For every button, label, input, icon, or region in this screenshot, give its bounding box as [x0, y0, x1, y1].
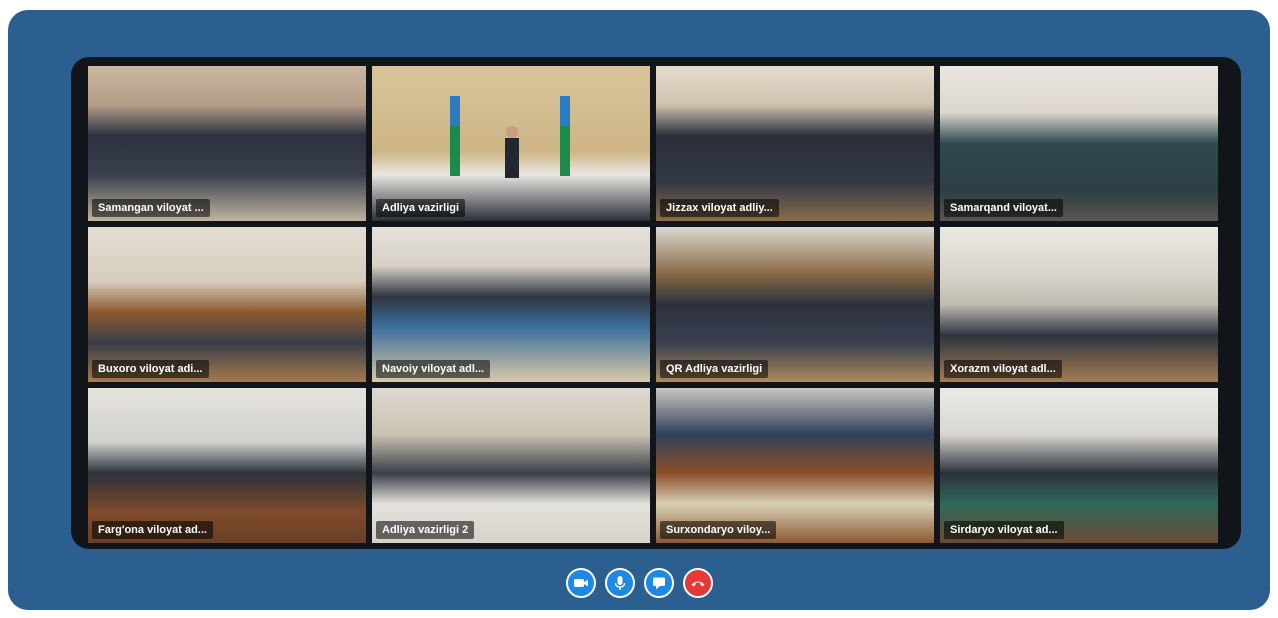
video-feed	[88, 227, 366, 382]
participant-label: Adliya vazirligi	[376, 199, 466, 217]
video-feed	[656, 66, 934, 221]
video-feed	[940, 66, 1218, 221]
participant-label: Navoiy viloyat adl...	[376, 360, 491, 378]
video-tile-samarqand[interactable]: Samarqand viloyat...	[940, 66, 1218, 221]
microphone-button[interactable]	[604, 568, 635, 598]
video-tile-fargona[interactable]: Farg'ona viloyat ad...	[88, 388, 366, 543]
video-grid: Samangan viloyat ... Adliya vazirligi Ji…	[88, 66, 1218, 543]
call-controls	[8, 568, 1270, 598]
video-tile-surxondaryo[interactable]: Surxondaryo viloy...	[656, 388, 934, 543]
participant-label: Buxoro viloyat adi...	[92, 360, 209, 378]
participant-label: Jizzax viloyat adliy...	[660, 199, 779, 217]
participant-label: Xorazm viloyat adl...	[944, 360, 1062, 378]
video-feed	[372, 227, 650, 382]
video-feed	[88, 388, 366, 543]
participant-label: Samarqand viloyat...	[944, 199, 1063, 217]
participant-label: Sirdaryo viloyat ad...	[944, 521, 1064, 539]
participant-label: Samangan viloyat ...	[92, 199, 210, 217]
video-camera-icon	[573, 579, 588, 587]
participant-label: Farg'ona viloyat ad...	[92, 521, 213, 539]
participant-label: QR Adliya vazirligi	[660, 360, 769, 378]
video-tile-qr-adliya[interactable]: QR Adliya vazirligi	[656, 227, 934, 382]
camera-button[interactable]	[565, 568, 596, 598]
participant-label: Surxondaryo viloy...	[660, 521, 777, 539]
video-feed	[940, 227, 1218, 382]
video-feed	[656, 227, 934, 382]
video-tile-navoiy[interactable]: Navoiy viloyat adl...	[372, 227, 650, 382]
microphone-icon	[614, 576, 625, 590]
video-feed	[656, 388, 934, 543]
end-call-button[interactable]	[682, 568, 713, 598]
video-tile-adliya-vazirligi[interactable]: Adliya vazirligi	[372, 66, 650, 221]
video-tile-jizzax[interactable]: Jizzax viloyat adliy...	[656, 66, 934, 221]
video-feed	[940, 388, 1218, 543]
video-grid-panel: Samangan viloyat ... Adliya vazirligi Ji…	[71, 57, 1241, 549]
conference-window: Samangan viloyat ... Adliya vazirligi Ji…	[8, 10, 1270, 610]
video-tile-xorazm[interactable]: Xorazm viloyat adl...	[940, 227, 1218, 382]
flag-icon	[450, 96, 570, 178]
chat-button[interactable]	[643, 568, 674, 598]
video-tile-buxoro[interactable]: Buxoro viloyat adi...	[88, 227, 366, 382]
end-call-icon	[691, 581, 704, 587]
video-feed	[88, 66, 366, 221]
video-feed	[372, 388, 650, 543]
video-tile-adliya-vazirligi-2[interactable]: Adliya vazirligi 2	[372, 388, 650, 543]
video-tile-samangan[interactable]: Samangan viloyat ...	[88, 66, 366, 221]
participant-label: Adliya vazirligi 2	[376, 521, 475, 539]
video-tile-sirdaryo[interactable]: Sirdaryo viloyat ad...	[940, 388, 1218, 543]
chat-bubble-icon	[652, 577, 665, 590]
